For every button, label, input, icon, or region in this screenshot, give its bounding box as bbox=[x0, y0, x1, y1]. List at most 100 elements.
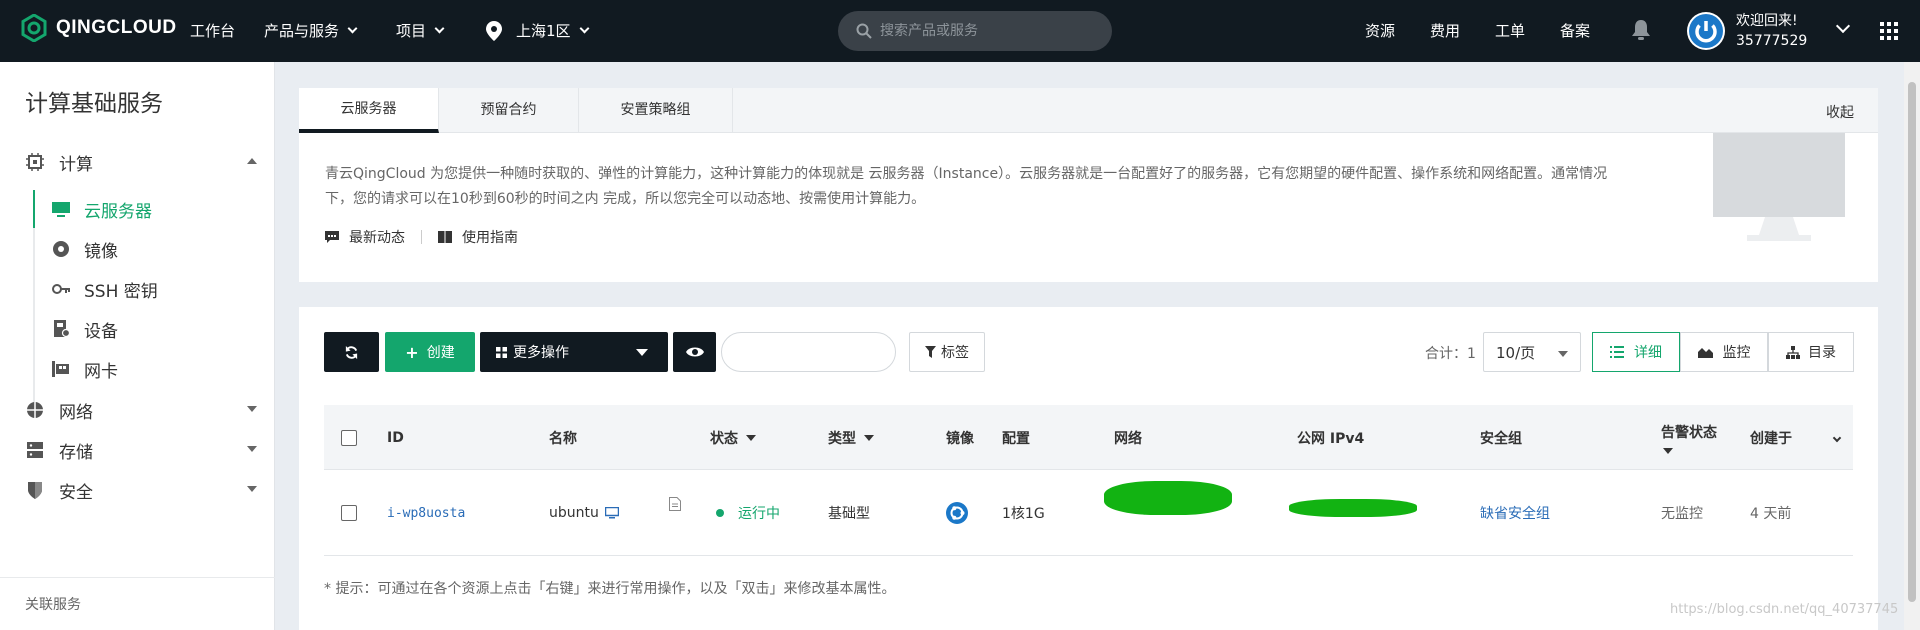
refresh-button[interactable] bbox=[324, 332, 379, 372]
apps-grid-icon[interactable] bbox=[1880, 22, 1898, 40]
nav-label: 资源 bbox=[1365, 22, 1396, 40]
latest-news-link[interactable]: 最新动态 bbox=[349, 227, 405, 247]
avatar[interactable] bbox=[1687, 12, 1725, 50]
key-icon bbox=[52, 284, 70, 294]
page-size-select[interactable]: 10/页 bbox=[1483, 332, 1581, 372]
sidebar-group-compute[interactable]: 计算 bbox=[25, 147, 257, 177]
tag-filter-button[interactable]: 标签 bbox=[909, 332, 985, 372]
chevron-down-icon bbox=[347, 23, 358, 34]
tab-instances[interactable]: 云服务器 bbox=[299, 88, 439, 133]
view-catalog-button[interactable]: 目录 bbox=[1768, 332, 1854, 372]
select-all-checkbox[interactable] bbox=[341, 429, 357, 446]
nav-label: 工作台 bbox=[190, 22, 236, 40]
alarm-status: 无监控 bbox=[1661, 506, 1703, 522]
sidebar-item-label: 设备 bbox=[84, 321, 118, 342]
global-search[interactable] bbox=[838, 11, 1112, 51]
collapse-button[interactable]: 收起 bbox=[1826, 102, 1854, 122]
toggle-visibility-button[interactable] bbox=[673, 332, 716, 372]
sidebar-group-storage[interactable]: 存储 bbox=[25, 435, 257, 465]
column-config: 配置 bbox=[1002, 430, 1030, 447]
column-image: 镜像 bbox=[946, 430, 974, 447]
monitor-illustration-icon bbox=[1713, 133, 1845, 241]
message-icon bbox=[325, 230, 339, 243]
nav-tickets[interactable]: 工单 bbox=[1495, 0, 1525, 62]
bell-icon[interactable] bbox=[1632, 20, 1650, 41]
image-cell bbox=[946, 470, 968, 556]
view-detail-button[interactable]: 详细 bbox=[1592, 332, 1680, 372]
related-services-label: 关联服务 bbox=[25, 597, 81, 613]
total-count: 合计：1 bbox=[1425, 346, 1476, 362]
sidebar-title: 计算基础服务 bbox=[25, 91, 163, 117]
more-actions-dropdown[interactable]: 更多操作 bbox=[480, 332, 668, 372]
nav-resources[interactable]: 资源 bbox=[1365, 0, 1395, 62]
page-scrollbar[interactable] bbox=[1904, 62, 1920, 630]
column-type[interactable]: 类型 bbox=[828, 405, 874, 470]
view-detail-label: 详细 bbox=[1634, 345, 1662, 361]
nav-billing[interactable]: 费用 bbox=[1430, 0, 1460, 62]
sidebar-item-nics[interactable]: 网卡 bbox=[52, 354, 118, 384]
nav-products-services[interactable]: 产品与服务 bbox=[264, 0, 358, 62]
tab-label: 云服务器 bbox=[340, 101, 397, 117]
column-settings[interactable] bbox=[1832, 405, 1842, 470]
note-icon[interactable] bbox=[669, 497, 681, 511]
instance-config: 1核1G bbox=[1002, 506, 1045, 522]
instance-id-link[interactable]: i-wp8uosta bbox=[387, 470, 465, 556]
user-welcome[interactable]: 欢迎回来! 35777529 bbox=[1736, 11, 1807, 51]
create-label: 创建 bbox=[426, 345, 455, 361]
view-monitor-button[interactable]: 监控 bbox=[1680, 332, 1768, 372]
tab-reserved-contracts[interactable]: 预留合约 bbox=[439, 88, 579, 133]
instance-name-cell: ubuntu bbox=[549, 470, 619, 556]
sidebar-item-images[interactable]: 镜像 bbox=[52, 234, 118, 264]
link-separator bbox=[421, 230, 422, 244]
table-header: ID 名称 状态 类型 镜像 配置 网络 公网 IPv4 安全组 告警状态 创建… bbox=[324, 405, 1853, 470]
nav-workbench[interactable]: 工作台 bbox=[190, 0, 235, 62]
status-cell: 运行中 bbox=[716, 470, 780, 556]
sidebar-item-ssh-keys[interactable]: SSH 密钥 bbox=[52, 274, 158, 304]
storage-icon bbox=[27, 442, 43, 458]
column-type-label: 类型 bbox=[828, 430, 856, 447]
sidebar-item-instances[interactable]: 云服务器 bbox=[52, 194, 152, 224]
created-time: 4 天前 bbox=[1750, 506, 1792, 522]
instance-type: 基础型 bbox=[828, 506, 870, 522]
caret-down-icon bbox=[746, 434, 756, 441]
network-icon bbox=[27, 402, 43, 418]
sidebar-group-security[interactable]: 安全 bbox=[25, 475, 257, 505]
column-network: 网络 bbox=[1114, 430, 1142, 447]
column-created: 创建于 bbox=[1750, 430, 1792, 447]
status-running-dot bbox=[716, 509, 724, 517]
sidebar-group-network[interactable]: 网络 bbox=[25, 395, 257, 425]
qingcloud-logo-icon bbox=[21, 14, 47, 42]
column-name: 名称 bbox=[549, 430, 577, 447]
nav-projects[interactable]: 项目 bbox=[396, 0, 445, 62]
table-row[interactable]: i-wp8uosta ubuntu 运行中 基础型 1核1G 缺省安全组 无监控… bbox=[324, 470, 1853, 556]
column-id[interactable]: ID bbox=[387, 405, 404, 470]
security-group-link[interactable]: 缺省安全组 bbox=[1480, 470, 1550, 556]
scrollbar-thumb[interactable] bbox=[1908, 82, 1916, 602]
sidebar-item-label: 镜像 bbox=[84, 241, 118, 262]
ubuntu-logo-icon[interactable] bbox=[946, 502, 968, 524]
region-selector[interactable]: 上海1区 bbox=[486, 0, 589, 62]
user-guide-link[interactable]: 使用指南 bbox=[462, 227, 518, 247]
chevron-down-icon bbox=[1832, 433, 1842, 442]
sidebar-related-services[interactable]: 关联服务 bbox=[0, 577, 275, 614]
create-button[interactable]: + 创建 bbox=[385, 332, 475, 372]
qingcloud-logo[interactable]: QINGCLOUD bbox=[20, 14, 177, 42]
sidebar-item-devices[interactable]: 设备 bbox=[52, 314, 118, 344]
search-input[interactable] bbox=[880, 23, 1080, 39]
column-alarm[interactable]: 告警状态 bbox=[1661, 405, 1717, 470]
tab-placement-groups[interactable]: 安置策略组 bbox=[579, 88, 733, 133]
chevron-down-icon bbox=[579, 23, 589, 34]
image-icon bbox=[53, 241, 69, 257]
column-status[interactable]: 状态 bbox=[710, 405, 756, 470]
nav-label: 费用 bbox=[1430, 22, 1461, 40]
column-public-ip: 公网 IPv4 bbox=[1297, 430, 1365, 447]
row-checkbox[interactable] bbox=[341, 505, 357, 521]
shield-icon bbox=[28, 482, 42, 499]
sidebar-item-label: SSH 密钥 bbox=[84, 281, 158, 302]
nav-filing[interactable]: 备案 bbox=[1560, 0, 1590, 62]
vnc-console-icon[interactable] bbox=[604, 507, 619, 519]
account-id: 35777529 bbox=[1736, 33, 1808, 49]
filter-input[interactable] bbox=[721, 332, 896, 372]
chevron-down-icon[interactable] bbox=[1835, 18, 1851, 34]
plus-icon: + bbox=[405, 342, 419, 362]
